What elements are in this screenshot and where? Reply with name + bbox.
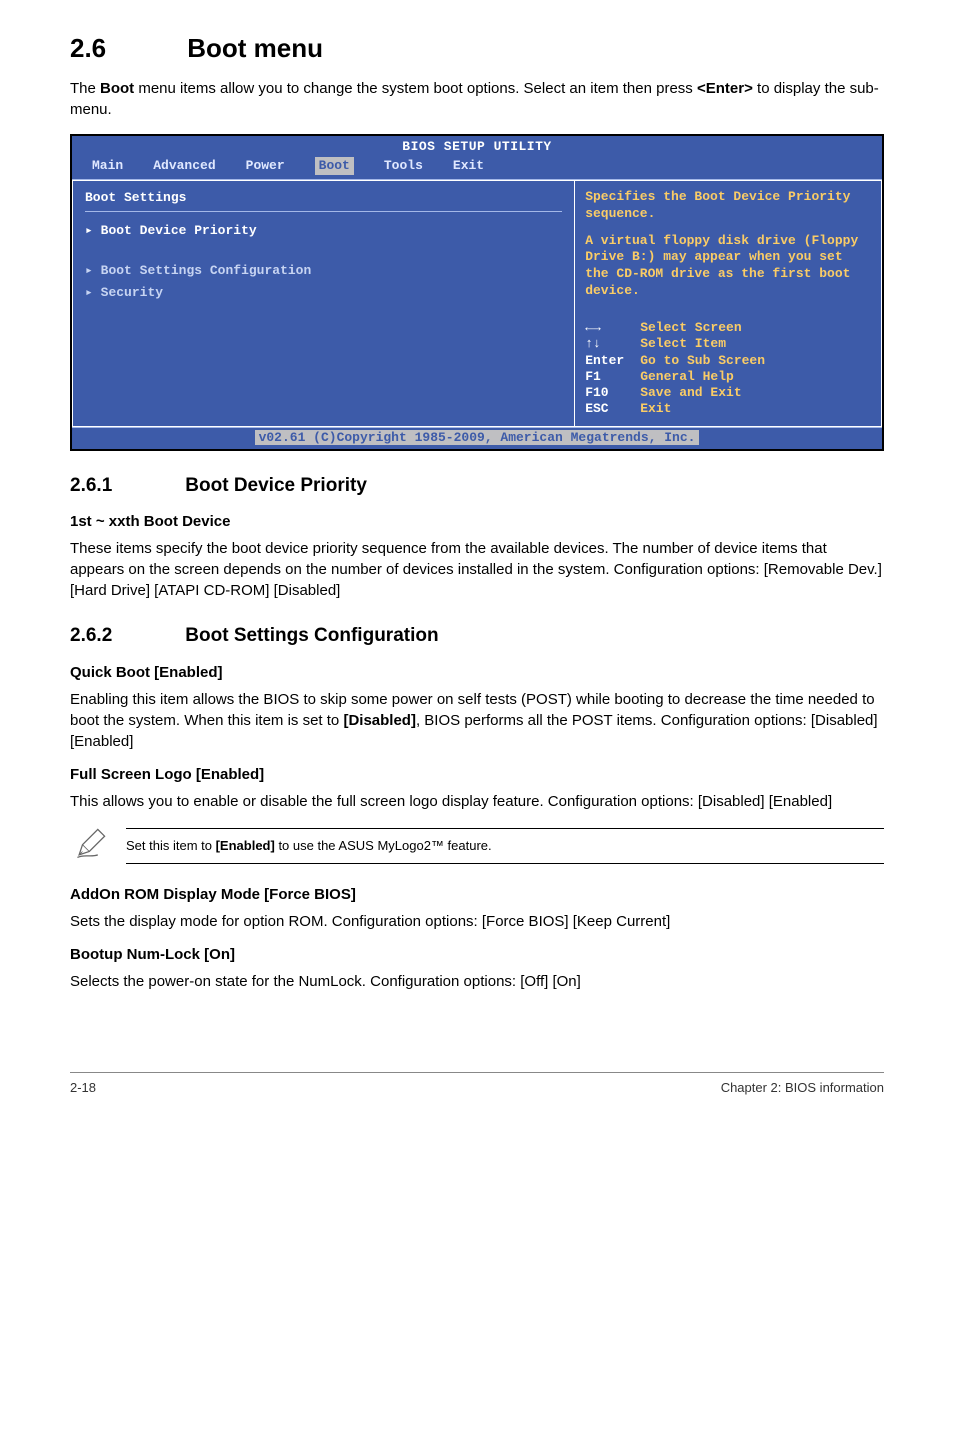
item-boot-device-priority: Boot Device Priority: [85, 220, 562, 242]
section-title: Boot menu: [187, 33, 323, 63]
heading-addon-rom: AddOn ROM Display Mode [Force BIOS]: [70, 884, 884, 905]
bios-title: BIOS SETUP UTILITY: [72, 136, 882, 156]
para-full-screen-logo: This allows you to enable or disable the…: [70, 791, 884, 812]
help-text-top: Specifies the Boot Device Priority seque…: [585, 189, 871, 223]
heading-boot-device: 1st ~ xxth Boot Device: [70, 511, 884, 532]
key-enter: Enter: [585, 353, 640, 369]
section-number: 2.6: [70, 33, 106, 63]
subsection-2-6-2: 2.6.2 Boot Settings Configuration: [70, 623, 884, 650]
item-boot-settings-config: Boot Settings Configuration: [85, 260, 562, 282]
boot-settings-heading: Boot Settings: [85, 189, 562, 207]
note-pencil-icon: [74, 826, 108, 866]
tab-main: Main: [92, 157, 123, 175]
page-footer: 2-18 Chapter 2: BIOS information: [70, 1072, 884, 1097]
para-boot-device: These items specify the boot device prio…: [70, 538, 884, 601]
heading-quick-boot: Quick Boot [Enabled]: [70, 662, 884, 683]
tab-advanced: Advanced: [153, 157, 215, 175]
heading-bootup-numlock: Bootup Num-Lock [On]: [70, 944, 884, 965]
note-block: Set this item to [Enabled] to use the AS…: [70, 826, 884, 866]
key-f10: F10: [585, 385, 640, 401]
key-arrows-lr: ←→: [585, 320, 640, 336]
chapter-label: Chapter 2: BIOS information: [721, 1079, 884, 1097]
key-legend: ←→Select Screen ↑↓Select Item EnterGo to…: [585, 320, 871, 418]
bios-screenshot: BIOS SETUP UTILITY Main Advanced Power B…: [70, 134, 884, 450]
heading-full-screen-logo: Full Screen Logo [Enabled]: [70, 764, 884, 785]
key-arrows-ud: ↑↓: [585, 336, 640, 352]
item-security: Security: [85, 282, 562, 304]
subsection-2-6-1: 2.6.1 Boot Device Priority: [70, 473, 884, 500]
page-number: 2-18: [70, 1079, 96, 1097]
key-f1: F1: [585, 369, 640, 385]
tab-exit: Exit: [453, 157, 484, 175]
tab-boot: Boot: [315, 157, 354, 175]
help-text-mid: A virtual floppy disk drive (Floppy Driv…: [585, 233, 871, 301]
note-text: Set this item to [Enabled] to use the AS…: [126, 828, 884, 864]
section-heading: 2.6 Boot menu: [70, 30, 884, 66]
bios-help-panel: Specifies the Boot Device Priority seque…: [574, 180, 882, 427]
tab-power: Power: [246, 157, 285, 175]
para-bootup-numlock: Selects the power-on state for the NumLo…: [70, 971, 884, 992]
intro-paragraph: The Boot menu items allow you to change …: [70, 78, 884, 120]
divider: [85, 211, 562, 212]
key-esc: ESC: [585, 401, 640, 417]
bios-tabs: Main Advanced Power Boot Tools Exit: [72, 157, 882, 179]
para-addon-rom: Sets the display mode for option ROM. Co…: [70, 911, 884, 932]
tab-tools: Tools: [384, 157, 423, 175]
bios-left-panel: Boot Settings Boot Device Priority Boot …: [72, 180, 574, 427]
para-quick-boot: Enabling this item allows the BIOS to sk…: [70, 689, 884, 752]
bios-footer: v02.61 (C)Copyright 1985-2009, American …: [72, 427, 882, 449]
